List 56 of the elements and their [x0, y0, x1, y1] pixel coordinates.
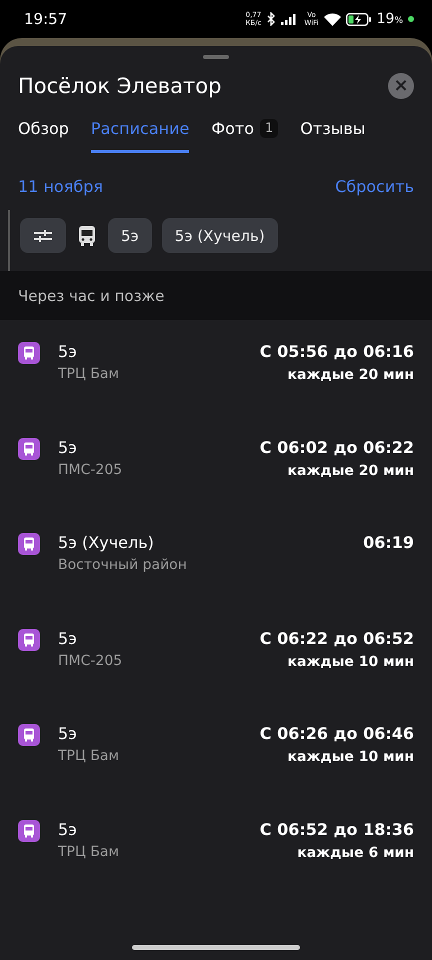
battery-level: 19%	[376, 11, 403, 27]
status-dot	[408, 16, 414, 22]
bus-icon	[18, 724, 40, 746]
departure-time: 06:19	[363, 533, 414, 552]
section-header: Через час и позже	[0, 271, 432, 320]
route-name: 5э	[58, 820, 78, 838]
departure-time: С 06:26 до 06:46	[260, 724, 414, 743]
sheet-title: Посёлок Элеватор	[18, 74, 222, 98]
schedule-row[interactable]: 5э (Хучель) Восточный район 06:19	[0, 533, 432, 628]
clock: 19:57	[24, 10, 68, 28]
stop-name: ТРЦ Бам	[58, 844, 120, 860]
date-link[interactable]: 11 ноября	[18, 177, 103, 196]
tab[interactable]: Расписание	[90, 119, 190, 153]
interval-text: каждые 20 мин	[288, 462, 414, 478]
departure-time: С 06:22 до 06:52	[260, 628, 414, 648]
interval-text: каждые 6 мин	[297, 844, 414, 860]
tab[interactable]: Фото 1	[211, 119, 278, 153]
bus-icon	[18, 438, 40, 460]
filter-button[interactable]	[20, 218, 66, 253]
sliders-icon	[33, 228, 53, 244]
schedule-row[interactable]: 5э ПМС-205 С 06:02 до 06:22 каждые 20 мин	[0, 438, 432, 533]
route-name: 5э (Хучель)	[58, 533, 155, 552]
stop-name: ТРЦ Бам	[58, 366, 120, 382]
schedule-row[interactable]: 5э ТРЦ Бам С 05:56 до 06:16 каждые 20 мин	[0, 342, 432, 438]
schedule-row[interactable]: 5э ТРЦ Бам С 06:52 до 18:36 каждые 6 мин	[0, 820, 432, 915]
battery-icon	[346, 12, 372, 26]
route-name: 5э	[58, 724, 78, 743]
interval-text: каждые 10 мин	[288, 749, 414, 765]
route-name: 5э	[58, 628, 78, 648]
drag-handle[interactable]	[203, 55, 229, 59]
schedule-row[interactable]: 5э ПМС-205 С 06:22 до 06:52 каждые 10 мин	[0, 628, 432, 724]
stop-name: ПМС-205	[58, 462, 124, 478]
route-chip[interactable]: 5э	[108, 218, 152, 253]
wifi-icon	[324, 12, 341, 26]
count-badge: 1	[260, 119, 278, 138]
departure-time: С 06:52 до 18:36	[260, 820, 414, 838]
stop-name: Восточный район	[58, 557, 188, 573]
route-chip[interactable]: 5э (Хучель)	[162, 218, 278, 253]
route-name: 5э	[58, 438, 78, 456]
bus-icon	[18, 533, 40, 555]
departure-time: С 05:56 до 06:16	[260, 342, 414, 361]
stop-name: ТРЦ Бам	[58, 748, 120, 764]
bus-icon	[18, 628, 40, 650]
departure-time: С 06:02 до 06:22	[260, 438, 414, 456]
tab[interactable]: Обзор	[18, 119, 69, 153]
bus-icon	[18, 820, 40, 842]
interval-text: каждые 10 мин	[288, 654, 414, 670]
stop-name: ПМС-205	[58, 652, 124, 668]
interval-text: каждые 20 мин	[288, 367, 414, 383]
schedule-row[interactable]: 5э ТРЦ Бам С 06:26 до 06:46 каждые 10 мин	[0, 724, 432, 820]
reset-link[interactable]: Сбросить	[335, 177, 414, 196]
route-name: 5э	[58, 342, 78, 361]
bus-icon[interactable]	[78, 224, 96, 246]
tab[interactable]: Отзывы	[300, 119, 366, 153]
bluetooth-icon	[266, 12, 276, 26]
bus-icon	[18, 342, 40, 364]
